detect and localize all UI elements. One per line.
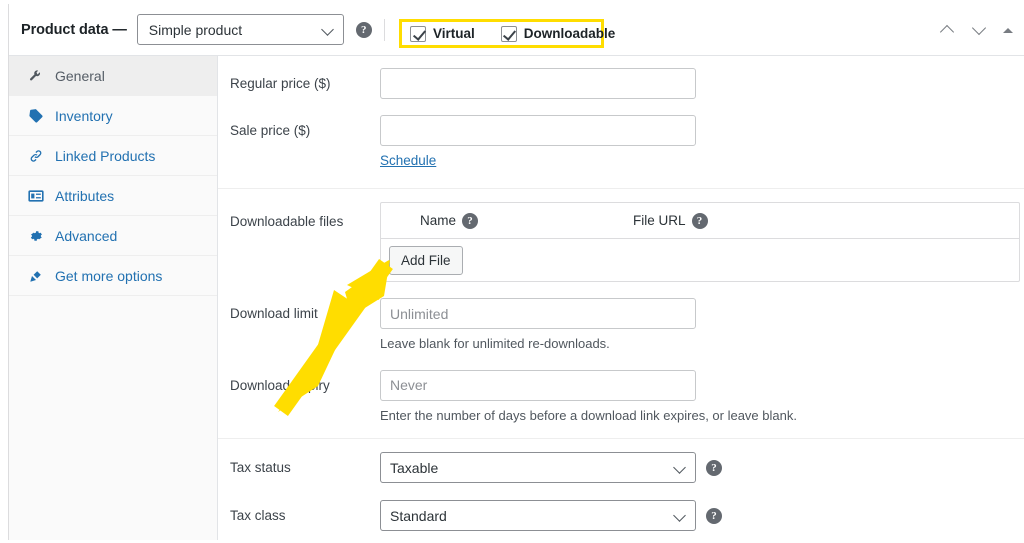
download-limit-label: Download limit xyxy=(230,306,318,321)
sidebar-item-advanced[interactable]: Advanced xyxy=(9,216,217,256)
virtual-downloadable-highlight: Virtual Downloadable xyxy=(399,19,615,48)
product-type-value: Simple product xyxy=(148,21,243,38)
virtual-checkbox[interactable] xyxy=(410,25,426,42)
downloadable-files-table: Name ? File URL ? Add File xyxy=(380,202,1020,282)
download-expiry-input[interactable]: Never xyxy=(380,369,696,401)
sidebar-item-label: General xyxy=(55,67,105,84)
sidebar-item-linked-products[interactable]: Linked Products xyxy=(9,136,217,176)
download-limit-row: Download limit Unlimited Leave blank for… xyxy=(218,298,1024,353)
plugin-icon xyxy=(27,267,45,285)
virtual-checkbox-row[interactable]: Virtual xyxy=(410,25,475,42)
downloadable-label: Downloadable xyxy=(523,26,616,41)
chevron-down-icon xyxy=(322,23,335,36)
tax-class-row: Tax class Standard ? xyxy=(218,500,1024,532)
add-file-button[interactable]: Add File xyxy=(389,245,463,275)
help-icon[interactable]: ? xyxy=(706,459,722,476)
product-data-postbox: Product data — Simple product ? Virtual … xyxy=(8,4,1024,540)
tax-status-row: Tax status Taxable ? xyxy=(218,452,1024,484)
toggle-panel-icon[interactable] xyxy=(1001,23,1015,37)
sidebar-item-label: Linked Products xyxy=(55,147,156,164)
regular-price-row: Regular price ($) xyxy=(218,68,1024,99)
help-icon[interactable]: ? xyxy=(706,507,722,524)
sidebar-item-label: Attributes xyxy=(55,187,115,204)
panel-order-controls xyxy=(937,4,1015,56)
column-name-label: Name xyxy=(420,213,457,228)
chevron-down-icon xyxy=(674,461,687,474)
downloadable-checkbox[interactable] xyxy=(500,25,517,42)
help-icon[interactable]: ? xyxy=(691,212,708,229)
column-file-url-label: File URL xyxy=(633,213,686,228)
panel-header: Product data — Simple product ? Virtual … xyxy=(9,4,1024,56)
download-limit-description: Leave blank for unlimited re-downloads. xyxy=(380,336,610,351)
sidebar-item-attributes[interactable]: Attributes xyxy=(9,176,217,216)
tax-class-select[interactable]: Standard xyxy=(380,500,696,532)
sidebar-item-inventory[interactable]: Inventory xyxy=(9,96,217,136)
table-header-row: Name ? File URL ? xyxy=(381,203,1019,239)
move-down-icon[interactable] xyxy=(969,20,989,40)
download-limit-placeholder: Unlimited xyxy=(390,305,449,322)
sale-price-input[interactable] xyxy=(380,115,696,146)
sidebar-item-label: Advanced xyxy=(55,227,118,244)
column-file-url: File URL ? xyxy=(633,212,708,229)
downloadable-checkbox-row[interactable]: Downloadable xyxy=(500,25,616,42)
table-footer-row: Add File xyxy=(381,239,1019,281)
general-tab-panel: Regular price ($) Sale price ($) Schedul… xyxy=(218,56,1024,540)
move-up-icon[interactable] xyxy=(937,20,957,40)
sidebar-item-label: Get more options xyxy=(55,267,163,284)
tax-class-label: Tax class xyxy=(230,508,286,524)
product-type-select[interactable]: Simple product xyxy=(136,14,344,45)
column-name: Name ? xyxy=(420,212,479,229)
sidebar-item-label: Inventory xyxy=(55,107,113,124)
download-expiry-row: Download expiry Never Enter the number o… xyxy=(218,369,1024,425)
link-icon xyxy=(27,147,45,165)
downloadable-files-row: Downloadable files Name ? File URL ? Add… xyxy=(218,202,1024,282)
tag-icon xyxy=(27,107,45,125)
help-icon[interactable]: ? xyxy=(462,212,479,229)
page-title: Product data — xyxy=(21,21,127,38)
tax-status-value: Taxable xyxy=(390,459,439,476)
sidebar-item-general[interactable]: General xyxy=(9,56,217,96)
download-limit-input[interactable]: Unlimited xyxy=(380,298,696,329)
list-icon xyxy=(27,187,45,205)
tax-status-label: Tax status xyxy=(230,460,291,476)
download-expiry-description: Enter the number of days before a downlo… xyxy=(380,407,797,423)
schedule-link[interactable]: Schedule xyxy=(380,153,436,168)
download-expiry-placeholder: Never xyxy=(390,377,428,394)
download-expiry-label: Download expiry xyxy=(230,377,330,393)
tax-status-select[interactable]: Taxable xyxy=(380,452,696,484)
chevron-down-icon xyxy=(674,509,687,522)
wrench-icon xyxy=(27,67,45,85)
regular-price-input[interactable] xyxy=(380,68,696,99)
product-data-tabs: General Inventory Linked Products Attrib… xyxy=(9,56,218,540)
tax-class-value: Standard xyxy=(390,507,447,524)
regular-price-label: Regular price ($) xyxy=(230,76,331,91)
downloadable-files-label: Downloadable files xyxy=(230,214,344,229)
gear-icon xyxy=(27,227,45,245)
sale-price-row: Sale price ($) Schedule xyxy=(218,115,1024,170)
help-icon[interactable]: ? xyxy=(355,21,372,38)
woocommerce-product-data-panel: Product data — Simple product ? Virtual … xyxy=(0,0,1024,543)
virtual-label: Virtual xyxy=(433,26,475,41)
header-divider xyxy=(383,18,385,41)
sale-price-label: Sale price ($) xyxy=(230,123,311,138)
sidebar-item-get-more-options[interactable]: Get more options xyxy=(9,256,217,296)
